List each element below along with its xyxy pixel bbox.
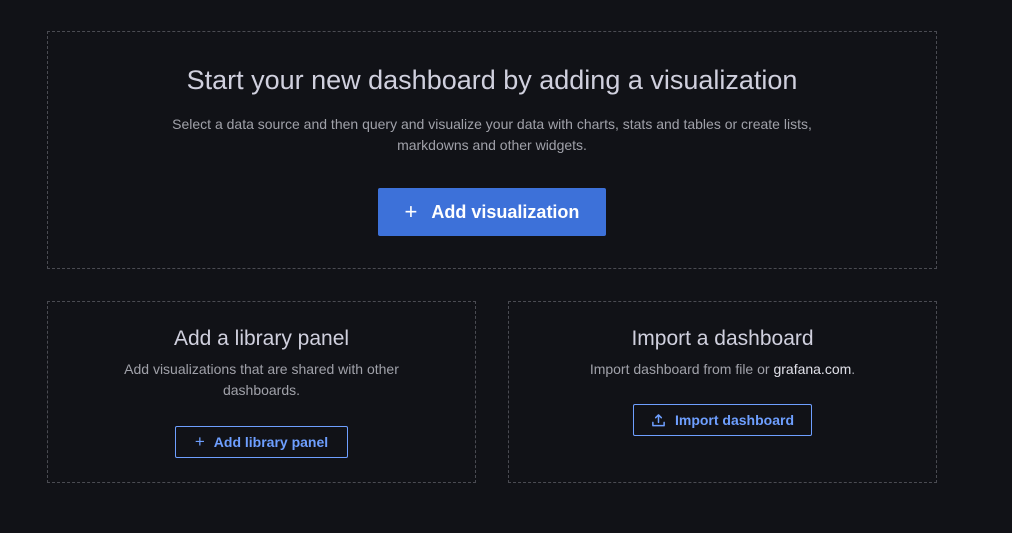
import-dashboard-card: Import a dashboard Import dashboard from… <box>508 301 937 483</box>
plus-icon: + <box>194 432 205 451</box>
library-panel-description: Add visualizations that are shared with … <box>48 359 475 401</box>
import-description-text: Import dashboard from file or <box>589 361 774 377</box>
import-dashboard-button[interactable]: Import dashboard <box>633 404 812 436</box>
add-visualization-button[interactable]: + Add visualization <box>378 188 606 236</box>
library-panel-card: Add a library panel Add visualizations t… <box>47 301 476 483</box>
hero-title: Start your new dashboard by adding a vis… <box>186 65 798 95</box>
library-panel-title: Add a library panel <box>173 327 350 350</box>
import-dashboard-title: Import a dashboard <box>631 327 814 350</box>
hero-description-line1: Select a data source and then query and … <box>172 116 812 132</box>
add-library-panel-label: Add library panel <box>213 434 329 450</box>
add-library-panel-button[interactable]: + Add library panel <box>175 426 348 458</box>
add-visualization-label: Add visualization <box>431 201 580 222</box>
library-description-line2: dashboards. <box>222 382 301 398</box>
import-dashboard-description: Import dashboard from file or grafana.co… <box>509 359 936 380</box>
import-dashboard-label: Import dashboard <box>674 412 794 428</box>
upload-icon <box>652 413 665 426</box>
add-visualization-panel: Start your new dashboard by adding a vis… <box>47 31 937 269</box>
import-description-end: . <box>851 361 856 377</box>
hero-description: Select a data source and then query and … <box>48 114 936 156</box>
library-description-line1: Add visualizations that are shared with … <box>124 361 399 377</box>
hero-description-line2: markdowns and other widgets. <box>397 137 587 153</box>
plus-icon: + <box>404 199 418 224</box>
grafana-com-link[interactable]: grafana.com <box>773 361 851 377</box>
